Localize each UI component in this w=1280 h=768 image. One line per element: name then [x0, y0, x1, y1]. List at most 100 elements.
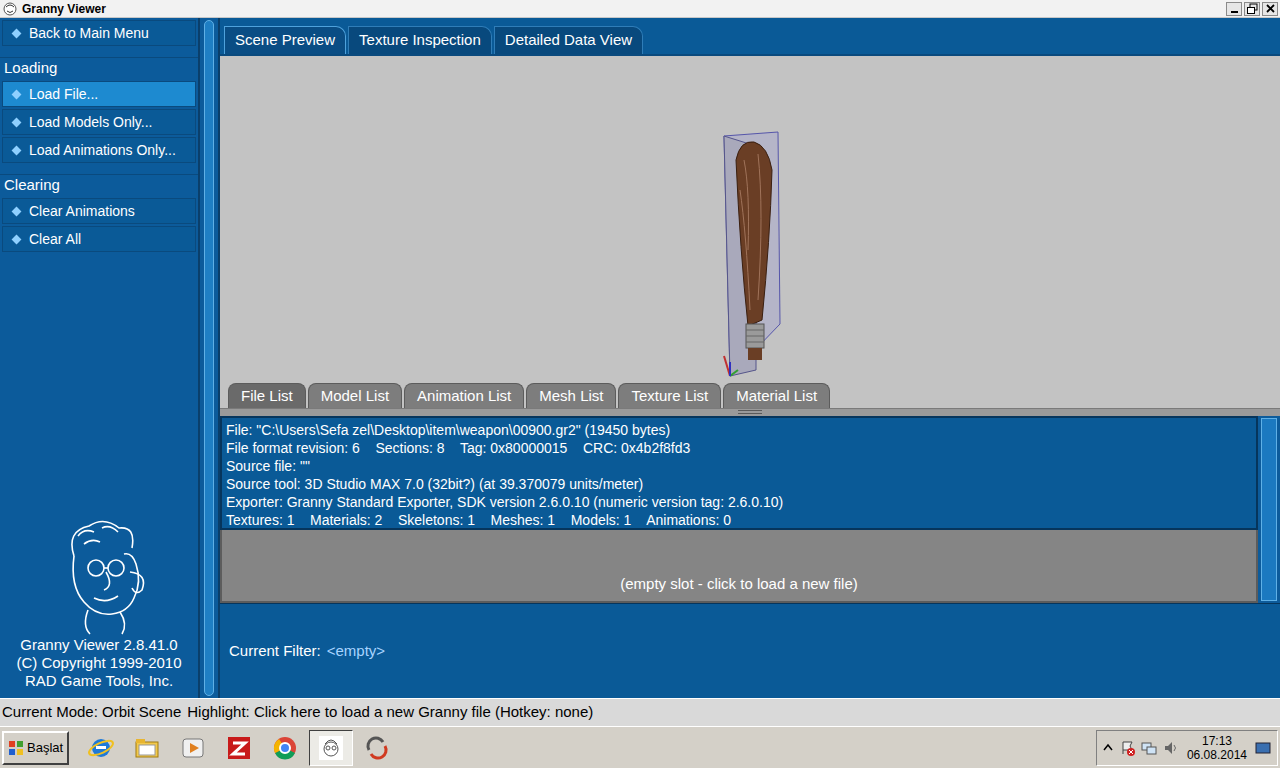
window-controls	[1226, 2, 1278, 16]
show-hidden-icon[interactable]	[1103, 742, 1113, 754]
list-tab[interactable]: Texture List	[618, 383, 721, 408]
sidebar-item-label[interactable]: Load Animations Only...	[29, 140, 176, 161]
list-tab-label[interactable]: File List	[241, 385, 293, 408]
diamond-icon	[12, 89, 22, 99]
view-tab[interactable]: Texture Inspection	[348, 26, 492, 54]
start-label[interactable]: Başlat	[27, 738, 63, 758]
diamond-icon	[12, 28, 22, 38]
minimize-icon[interactable]	[1227, 2, 1242, 15]
close-button[interactable]	[1262, 2, 1278, 16]
sidebar-item-label[interactable]: Clear All	[29, 229, 81, 250]
list-tab-label[interactable]: Material List	[736, 385, 817, 408]
taskbar-app-button[interactable]	[217, 730, 261, 766]
chrome-icon[interactable]	[271, 734, 299, 762]
restore-icon[interactable]	[1245, 2, 1260, 15]
sidebar-spacer	[0, 254, 198, 516]
explorer-icon[interactable]	[133, 734, 161, 762]
sidebar-item[interactable]: Load File...	[2, 81, 196, 107]
view-tab-bar: Scene Preview Texture Inspection Detailed …	[220, 18, 1280, 54]
view-tab-label[interactable]: Texture Inspection	[359, 29, 481, 52]
file-info-line: File format revision: 6 Sections: 8 Tag:…	[226, 439, 1252, 457]
status-bar[interactable]: Current Mode: Orbit SceneHighlight: Clic…	[0, 698, 1280, 726]
list-tab-label[interactable]: Animation List	[417, 385, 511, 408]
show-desktop-icon[interactable]	[1255, 741, 1271, 755]
about-line: RAD Game Tools, Inc.	[25, 672, 173, 690]
sync-icon[interactable]	[363, 734, 391, 762]
taskbar-app-button[interactable]	[263, 730, 307, 766]
taskbar-app-button[interactable]	[309, 730, 353, 766]
filter-label: Current Filter:	[229, 640, 321, 663]
sidebar-item-label[interactable]: Back to Main Menu	[29, 23, 149, 44]
taskbar-app-button[interactable]	[355, 730, 399, 766]
weapon-model-icon[interactable]	[710, 130, 790, 380]
file-entry[interactable]: File: "C:\Users\Sefa zel\Desktop\item\we…	[220, 416, 1258, 530]
view-tab-label[interactable]: Scene Preview	[235, 29, 335, 52]
list-tab-label[interactable]: Mesh List	[539, 385, 603, 408]
clock-date[interactable]: 06.08.2014	[1187, 748, 1247, 762]
system-tray: 17:1306.08.2014	[1096, 730, 1278, 766]
taskbar-app-button[interactable]	[79, 730, 123, 766]
list-tab-label[interactable]: Texture List	[631, 385, 708, 408]
sidebar-item[interactable]: Clear Animations	[2, 198, 196, 224]
window-title: Granny Viewer	[22, 3, 1226, 15]
view-tab-label[interactable]: Detailed Data View	[505, 29, 632, 52]
diamond-icon	[12, 145, 22, 155]
taskbar: Başlat 17:1306.08.2014	[0, 726, 1280, 768]
list-tab[interactable]: Animation List	[404, 383, 524, 408]
sidebar-item-label[interactable]: Load Models Only...	[29, 112, 152, 133]
action-center-icon[interactable]	[1119, 740, 1135, 756]
empty-slot[interactable]: (empty slot - click to load a new file)	[220, 530, 1258, 603]
filezilla-icon[interactable]	[225, 734, 253, 762]
sidebar-item[interactable]: Load Models Only...	[2, 109, 196, 135]
sidebar-item[interactable]: Load Animations Only...	[2, 137, 196, 163]
list-tab-label[interactable]: Model List	[321, 385, 389, 408]
section-title: Loading	[4, 57, 57, 80]
sidebar-item-label[interactable]: Load File...	[29, 84, 98, 105]
splitter-handle[interactable]	[204, 20, 214, 696]
media-icon[interactable]	[179, 734, 207, 762]
scene-canvas[interactable]	[220, 56, 1280, 380]
network-icon[interactable]	[1141, 740, 1157, 756]
view-tab[interactable]: Detailed Data View	[494, 26, 643, 54]
taskbar-app-button[interactable]	[125, 730, 169, 766]
granny-icon[interactable]	[317, 734, 345, 762]
file-info-line: Textures: 1 Materials: 2 Skeletons: 1 Me…	[226, 511, 1252, 529]
list-tab[interactable]: Model List	[308, 383, 402, 408]
ie-icon[interactable]	[87, 734, 115, 762]
about-line: (C) Copyright 1999-2010	[16, 654, 181, 672]
divider-grip-icon[interactable]	[738, 410, 762, 414]
sidebar: Back to Main MenuLoadingLoad File...Load…	[0, 18, 198, 698]
list-tab[interactable]: Mesh List	[526, 383, 616, 408]
sidebar-splitter[interactable]	[200, 18, 218, 698]
sidebar-item[interactable]: Clear All	[2, 226, 196, 252]
close-icon[interactable]	[1263, 2, 1278, 15]
minimize-button[interactable]	[1226, 2, 1242, 16]
app-icon	[2, 1, 18, 17]
windows-logo-icon[interactable]	[8, 740, 24, 756]
view-tab[interactable]: Scene Preview	[224, 26, 346, 54]
clock-time[interactable]: 17:13	[1202, 734, 1232, 748]
list-divider[interactable]	[220, 408, 1280, 416]
taskbar-app-button[interactable]	[171, 730, 215, 766]
clock[interactable]: 17:1306.08.2014	[1185, 734, 1249, 762]
diamond-icon	[12, 234, 22, 244]
sidebar-section: Loading Load File... Load Models Only... Lo…	[0, 57, 198, 165]
restore-button[interactable]	[1244, 2, 1260, 16]
list-tab[interactable]: File List	[228, 383, 306, 408]
scrollbar-thumb[interactable]	[1261, 418, 1277, 601]
file-info-line: Exporter: Granny Standard Exporter, SDK …	[226, 493, 1252, 511]
empty-slot-label[interactable]: (empty slot - click to load a new file)	[620, 573, 858, 596]
section-header: Loading	[0, 57, 198, 81]
list-tab[interactable]: Material List	[723, 383, 830, 408]
filter-bar: Current Filter: <empty>	[220, 603, 1280, 698]
volume-icon[interactable]	[1163, 740, 1179, 756]
scene-viewport[interactable]: File List Model List Animation List Mesh Li…	[220, 54, 1280, 416]
sidebar-section: ClearingClear AnimationsClear All	[0, 174, 198, 254]
filter-value[interactable]: <empty>	[327, 640, 385, 663]
sidebar-item-label[interactable]: Clear Animations	[29, 201, 135, 222]
sidebar-item[interactable]: Back to Main Menu	[2, 20, 196, 46]
file-info-line: Source file: ""	[226, 457, 1252, 475]
start-button[interactable]: Başlat	[2, 731, 69, 765]
list-tab-bar: File List Model List Animation List Mesh Li…	[220, 380, 1280, 408]
list-scrollbar[interactable]	[1258, 416, 1280, 603]
